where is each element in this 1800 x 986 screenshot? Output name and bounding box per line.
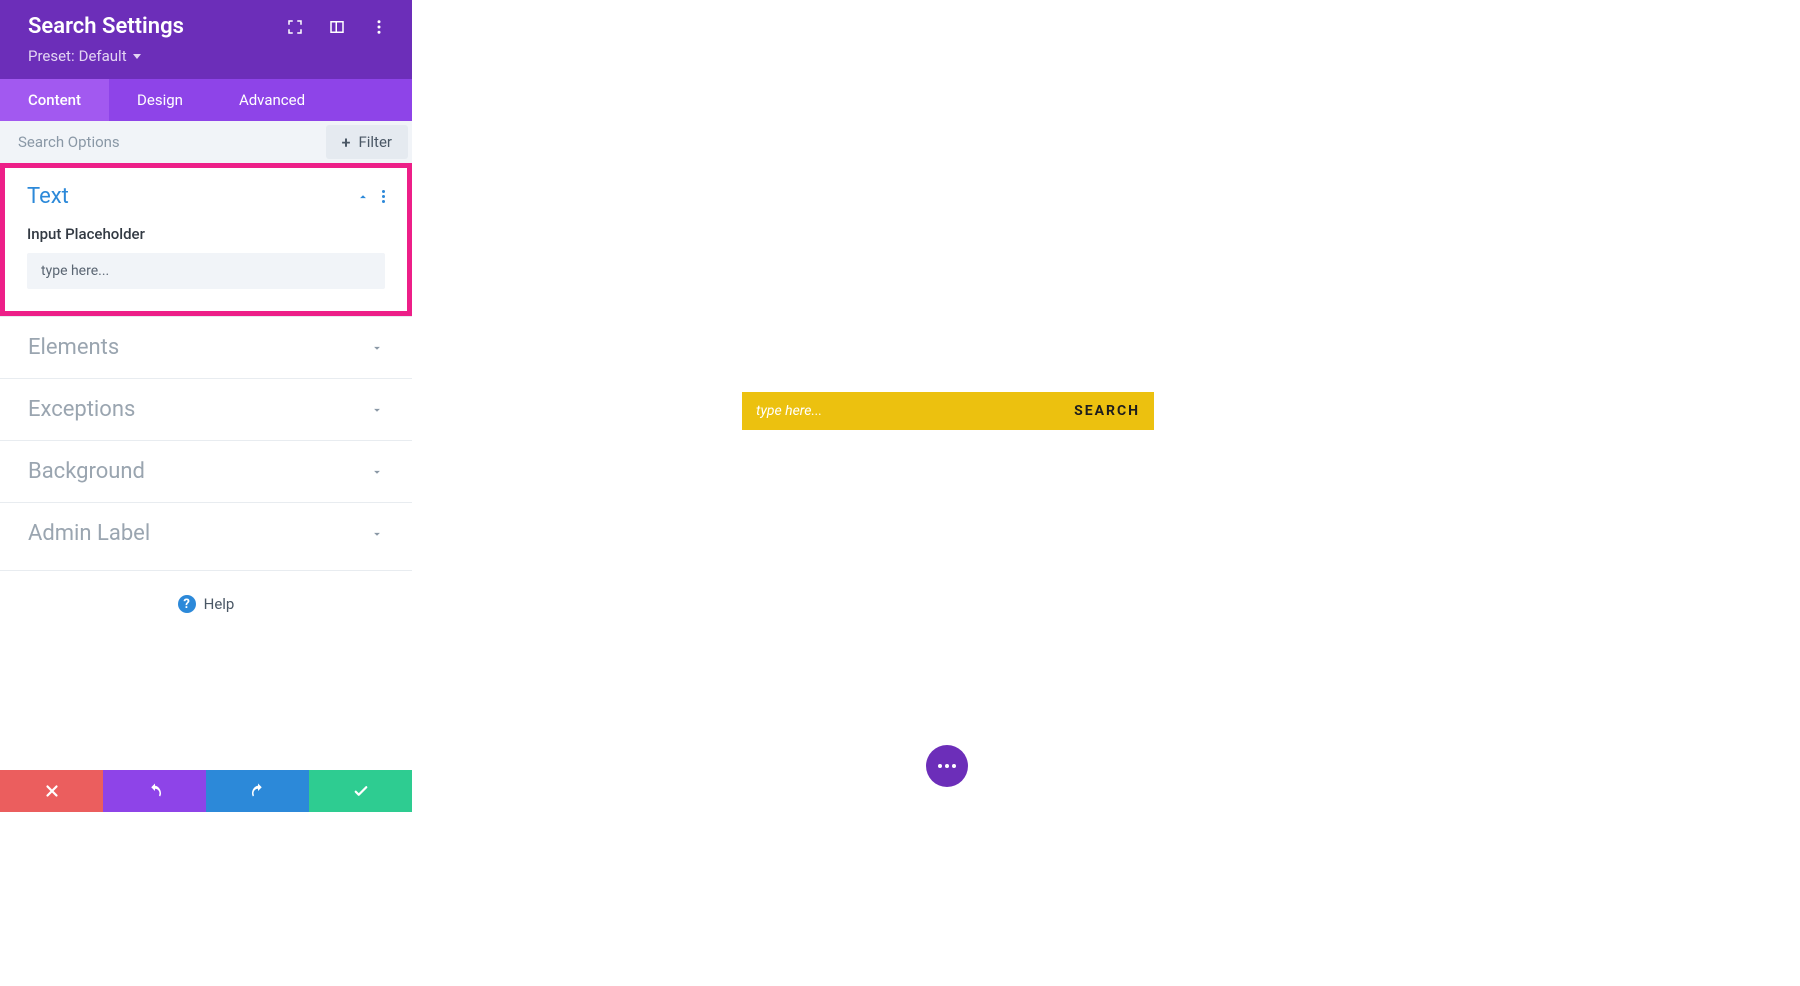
caret-down-icon	[133, 54, 141, 59]
help-label: Help	[204, 595, 235, 613]
save-button[interactable]	[309, 770, 412, 812]
section-text-body: Input Placeholder	[5, 225, 407, 311]
chevron-down-icon	[370, 527, 384, 541]
more-vertical-icon[interactable]	[382, 190, 385, 203]
section-exceptions: Exceptions	[0, 378, 412, 440]
settings-panel: Search Settings Preset: Default Content …	[0, 0, 412, 812]
section-exceptions-title: Exceptions	[28, 397, 135, 422]
filter-label: Filter	[358, 133, 392, 151]
more-vertical-icon[interactable]	[370, 18, 388, 36]
help-row[interactable]: ? Help	[0, 570, 412, 637]
tab-advanced[interactable]: Advanced	[211, 79, 333, 121]
section-background-title: Background	[28, 459, 145, 484]
preview-search-widget: type here... SEARCH	[742, 392, 1154, 430]
panel-header: Search Settings Preset: Default	[0, 0, 412, 79]
section-exceptions-header[interactable]: Exceptions	[0, 379, 412, 440]
section-background: Background	[0, 440, 412, 502]
section-admin-label: Admin Label	[0, 502, 412, 564]
undo-icon	[146, 782, 164, 800]
section-text-highlighted: Text Input Placeholder	[0, 163, 412, 316]
cancel-button[interactable]	[0, 770, 103, 812]
section-elements-title: Elements	[28, 335, 119, 360]
section-elements-header[interactable]: Elements	[0, 317, 412, 378]
section-text-controls	[356, 190, 385, 204]
header-actions	[286, 18, 388, 36]
help-icon: ?	[178, 595, 196, 613]
tab-design[interactable]: Design	[109, 79, 211, 121]
section-admin-label-header[interactable]: Admin Label	[0, 503, 412, 564]
chevron-up-icon[interactable]	[356, 190, 370, 204]
preview-search-button[interactable]: SEARCH	[1074, 403, 1140, 419]
undo-button[interactable]	[103, 770, 206, 812]
chevron-down-icon	[370, 465, 384, 479]
expand-icon[interactable]	[286, 18, 304, 36]
tab-content[interactable]: Content	[0, 79, 109, 121]
preset-label: Preset:	[28, 47, 75, 65]
redo-icon	[249, 782, 267, 800]
panel-title: Search Settings	[28, 14, 184, 39]
section-background-header[interactable]: Background	[0, 441, 412, 502]
section-admin-label-title: Admin Label	[28, 521, 150, 546]
section-text-header[interactable]: Text	[5, 168, 407, 225]
dot-icon	[945, 764, 949, 768]
dot-icon	[938, 764, 942, 768]
tabs: Content Design Advanced	[0, 79, 412, 121]
input-placeholder-field[interactable]	[27, 253, 385, 289]
fab-button[interactable]	[926, 745, 968, 787]
plus-icon: +	[342, 133, 351, 152]
preset-dropdown[interactable]: Preset: Default	[28, 47, 388, 65]
options-search-input[interactable]	[0, 121, 322, 163]
options-search-row: + Filter	[0, 121, 412, 163]
chevron-down-icon	[370, 403, 384, 417]
preset-value: Default	[79, 47, 127, 65]
section-text-title: Text	[27, 184, 69, 209]
preview-search-input[interactable]: type here...	[756, 403, 1074, 419]
check-icon	[352, 782, 370, 800]
input-placeholder-label: Input Placeholder	[27, 225, 385, 243]
redo-button[interactable]	[206, 770, 309, 812]
sidebar-toggle-icon[interactable]	[328, 18, 346, 36]
dot-icon	[952, 764, 956, 768]
header-top-row: Search Settings	[28, 14, 388, 39]
filter-button[interactable]: + Filter	[326, 125, 408, 159]
section-elements: Elements	[0, 316, 412, 378]
panel-footer	[0, 770, 412, 812]
chevron-down-icon	[370, 341, 384, 355]
close-icon	[43, 782, 61, 800]
